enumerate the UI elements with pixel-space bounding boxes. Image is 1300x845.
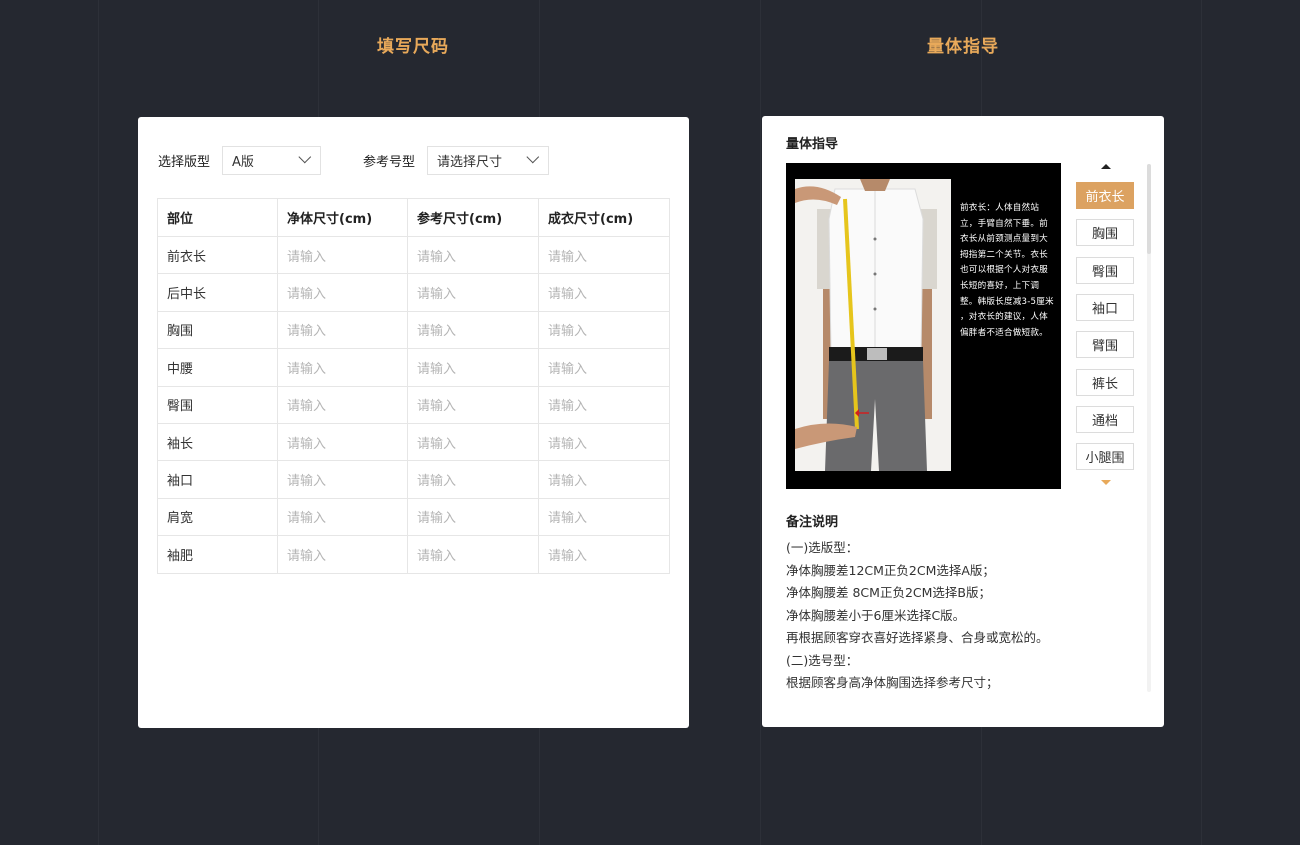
garment-size-input[interactable]: 请输入 xyxy=(538,460,670,499)
net-size-input[interactable]: 请输入 xyxy=(277,273,408,312)
table-row: 后中长 请输入 请输入 请输入 xyxy=(157,273,670,312)
net-size-input[interactable]: 请输入 xyxy=(277,460,408,499)
filters-bar: 选择版型 A版 参考号型 请选择尺寸 xyxy=(158,146,550,175)
right-section-title: 量体指导 xyxy=(927,37,999,57)
part-button[interactable]: 袖口 xyxy=(1076,293,1134,321)
table-row: 臀围 请输入 请输入 请输入 xyxy=(157,385,670,424)
part-button[interactable]: 胸围 xyxy=(1076,219,1134,247)
notes-title: 备注说明 xyxy=(786,515,839,530)
header-net-size: 净体尺寸(cm) xyxy=(277,198,408,237)
part-button[interactable]: 裤长 xyxy=(1076,368,1134,396)
garment-size-input[interactable]: 请输入 xyxy=(538,385,670,424)
ref-size-input[interactable]: 请输入 xyxy=(407,273,539,312)
garment-size-input[interactable]: 请输入 xyxy=(538,235,670,275)
garment-size-input[interactable]: 请输入 xyxy=(538,348,670,387)
left-section-title: 填写尺码 xyxy=(377,37,449,57)
grid-line xyxy=(1201,0,1202,845)
guide-description: 前衣长：人体自然站立，手臂自然下垂。前衣长从前颈测点量到大拇指第二个关节。衣长也… xyxy=(960,203,1054,338)
style-label: 选择版型 xyxy=(158,155,211,170)
table-row: 袖长 请输入 请输入 请输入 xyxy=(157,422,670,462)
table-header-row: 部位 净体尺寸(cm) 参考尺寸(cm) 成衣尺寸(cm) xyxy=(157,198,670,237)
table-row: 肩宽 请输入 请输入 请输入 xyxy=(157,497,670,537)
guide-title: 量体指导 xyxy=(786,137,839,152)
grid-line xyxy=(760,0,761,845)
row-part-label: 胸围 xyxy=(157,310,278,350)
note-line: (一)选版型： xyxy=(786,540,859,555)
chevron-down-icon xyxy=(298,150,312,164)
ref-size-input[interactable]: 请输入 xyxy=(407,422,539,462)
ref-size-input[interactable]: 请输入 xyxy=(407,235,539,275)
row-part-label: 袖肥 xyxy=(157,535,278,574)
note-line: 净体胸腰差 8CM正负2CM选择B版； xyxy=(786,585,991,600)
ref-size-input[interactable]: 请输入 xyxy=(407,460,539,499)
table-row: 袖口 请输入 请输入 请输入 xyxy=(157,460,670,499)
table-row: 胸围 请输入 请输入 请输入 xyxy=(157,310,670,350)
grid-line xyxy=(98,0,99,845)
row-part-label: 肩宽 xyxy=(157,497,278,537)
notes-text: (一)选版型： 净体胸腰差12CM正负2CM选择A版； 净体胸腰差 8CM正负2CM… xyxy=(786,537,1049,695)
part-button[interactable]: 臀围 xyxy=(1076,256,1134,284)
note-line: 净体胸腰差12CM正负2CM选择A版； xyxy=(786,562,995,578)
row-part-label: 臀围 xyxy=(157,385,278,424)
garment-size-input[interactable]: 请输入 xyxy=(538,422,670,462)
header-part: 部位 xyxy=(157,198,278,237)
row-part-label: 前衣长 xyxy=(157,235,278,275)
garment-size-input[interactable]: 请输入 xyxy=(538,497,670,537)
part-button[interactable]: 通档 xyxy=(1076,405,1134,433)
garment-size-input[interactable]: 请输入 xyxy=(538,273,670,312)
ref-size-input[interactable]: 请输入 xyxy=(407,310,539,350)
style-select-value: A版 xyxy=(232,155,254,170)
table-row: 中腰 请输入 请输入 请输入 xyxy=(157,348,670,387)
net-size-input[interactable]: 请输入 xyxy=(277,535,408,574)
net-size-input[interactable]: 请输入 xyxy=(277,348,408,387)
arrow-down-icon[interactable] xyxy=(1101,480,1111,485)
chevron-down-icon xyxy=(526,150,540,164)
header-garment-size: 成衣尺寸(cm) xyxy=(538,198,670,237)
style-select[interactable]: A版 xyxy=(222,146,322,175)
table-row: 前衣长 请输入 请输入 请输入 xyxy=(157,235,670,275)
ref-size-input[interactable]: 请输入 xyxy=(407,385,539,424)
net-size-input[interactable]: 请输入 xyxy=(277,497,408,537)
size-select-value: 请选择尺寸 xyxy=(437,155,503,170)
row-part-label: 后中长 xyxy=(157,273,278,312)
net-size-input[interactable]: 请输入 xyxy=(277,235,408,275)
size-label: 参考号型 xyxy=(363,155,416,170)
table-row: 袖肥 请输入 请输入 请输入 xyxy=(157,535,670,574)
net-size-input[interactable]: 请输入 xyxy=(277,310,408,350)
row-part-label: 袖口 xyxy=(157,460,278,499)
scrollbar-thumb[interactable] xyxy=(1147,164,1151,254)
header-ref-size: 参考尺寸(cm) xyxy=(407,198,539,237)
size-select[interactable]: 请选择尺寸 xyxy=(427,146,550,175)
part-button[interactable]: 小腿围 xyxy=(1076,443,1134,471)
note-line: 净体胸腰差小于6厘米选择C版。 xyxy=(786,607,966,623)
net-size-input[interactable]: 请输入 xyxy=(277,422,408,462)
ref-size-input[interactable]: 请输入 xyxy=(407,348,539,387)
garment-size-input[interactable]: 请输入 xyxy=(538,310,670,350)
arrow-up-icon[interactable] xyxy=(1101,164,1111,169)
net-size-input[interactable]: 请输入 xyxy=(277,385,408,424)
measure-guide-image: 前衣长：人体自然站立，手臂自然下垂。前衣长从前颈测点量到大拇指第二个关节。衣长也… xyxy=(786,163,1061,489)
scrollbar[interactable] xyxy=(1147,164,1151,692)
note-line: 根据顾客身高净体胸围选择参考尺寸； xyxy=(786,675,999,690)
size-form-card: 选择版型 A版 参考号型 请选择尺寸 部位 净体尺寸(cm) 参考尺寸(cm) … xyxy=(138,117,689,728)
ref-size-input[interactable]: 请输入 xyxy=(407,497,539,537)
garment-size-input[interactable]: 请输入 xyxy=(538,535,670,574)
measurement-photo xyxy=(795,179,951,471)
note-line: (二)选号型： xyxy=(786,652,859,668)
measure-guide-card: 量体指导 前衣长：人体自然站立，手臂自然下垂。前衣长从前颈测点量到大拇指第二个关… xyxy=(762,116,1164,727)
part-button[interactable]: 臂围 xyxy=(1076,331,1134,359)
ref-size-input[interactable]: 请输入 xyxy=(407,535,539,574)
part-button[interactable]: 前衣长 xyxy=(1076,182,1134,209)
note-line: 再根据顾客穿衣喜好选择紧身、合身或宽松的。 xyxy=(786,630,1049,645)
size-table: 部位 净体尺寸(cm) 参考尺寸(cm) 成衣尺寸(cm) 前衣长 请输入 请输入请… xyxy=(157,198,670,574)
row-part-label: 中腰 xyxy=(157,348,278,387)
row-part-label: 袖长 xyxy=(157,422,278,462)
